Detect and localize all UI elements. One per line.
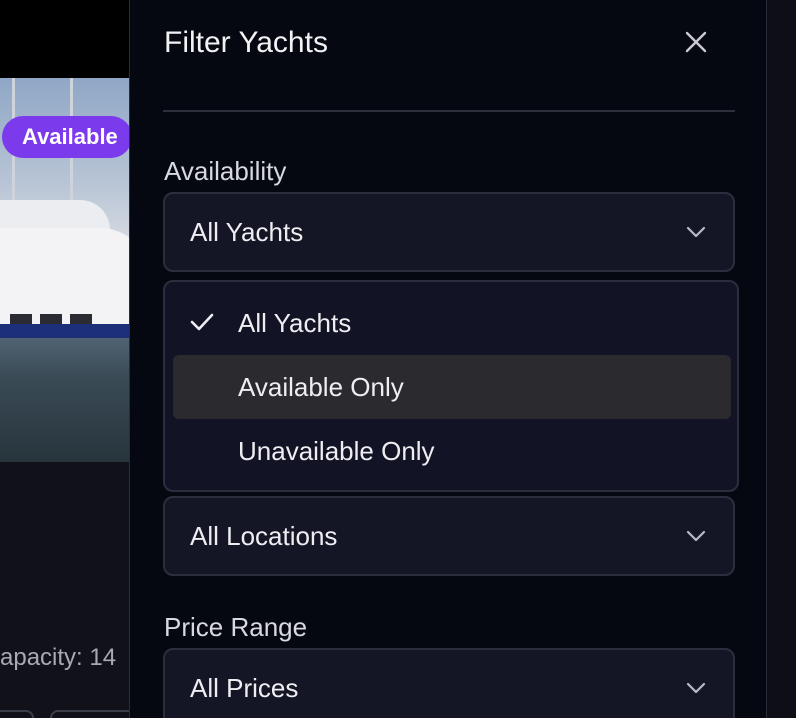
close-icon — [685, 31, 707, 53]
option-all-yachts[interactable]: All Yachts — [173, 291, 731, 355]
check-icon — [190, 313, 214, 331]
card-button[interactable] — [0, 710, 34, 718]
chevron-down-icon — [686, 530, 706, 542]
close-button[interactable] — [678, 24, 714, 60]
card-button[interactable] — [50, 710, 140, 718]
option-label: All Yachts — [238, 307, 352, 338]
availability-label: Availability — [164, 156, 287, 186]
capacity-text: apacity: 14 — [0, 644, 117, 671]
option-label: Available Only — [238, 371, 404, 402]
chevron-down-icon — [686, 226, 706, 238]
price-range-label: Price Range — [164, 612, 308, 642]
background-header — [0, 0, 130, 78]
filter-panel: Filter Yachts Availability All Yachts Al… — [129, 0, 767, 718]
divider — [163, 110, 735, 112]
availability-select[interactable]: All Yachts — [163, 192, 735, 272]
availability-dropdown: All Yachts Available Only Unavailable On… — [163, 280, 739, 492]
availability-select-value: All Yachts — [190, 216, 304, 247]
yacht-window — [40, 314, 62, 324]
option-available-only[interactable]: Available Only — [173, 355, 731, 419]
option-label: Unavailable Only — [238, 435, 435, 466]
status-badge: Available — [2, 116, 132, 158]
price-range-select-value: All Prices — [190, 672, 299, 703]
yacht-window — [10, 314, 32, 324]
chevron-down-icon — [686, 682, 706, 694]
panel-title: Filter Yachts — [164, 26, 328, 59]
price-range-select[interactable]: All Prices — [163, 648, 735, 718]
option-unavailable-only[interactable]: Unavailable Only — [173, 419, 731, 483]
location-select-value: All Locations — [190, 520, 338, 551]
location-select[interactable]: All Locations — [163, 496, 735, 576]
yacht-window — [70, 314, 92, 324]
card-body — [0, 462, 130, 718]
page-backdrop — [766, 0, 796, 718]
